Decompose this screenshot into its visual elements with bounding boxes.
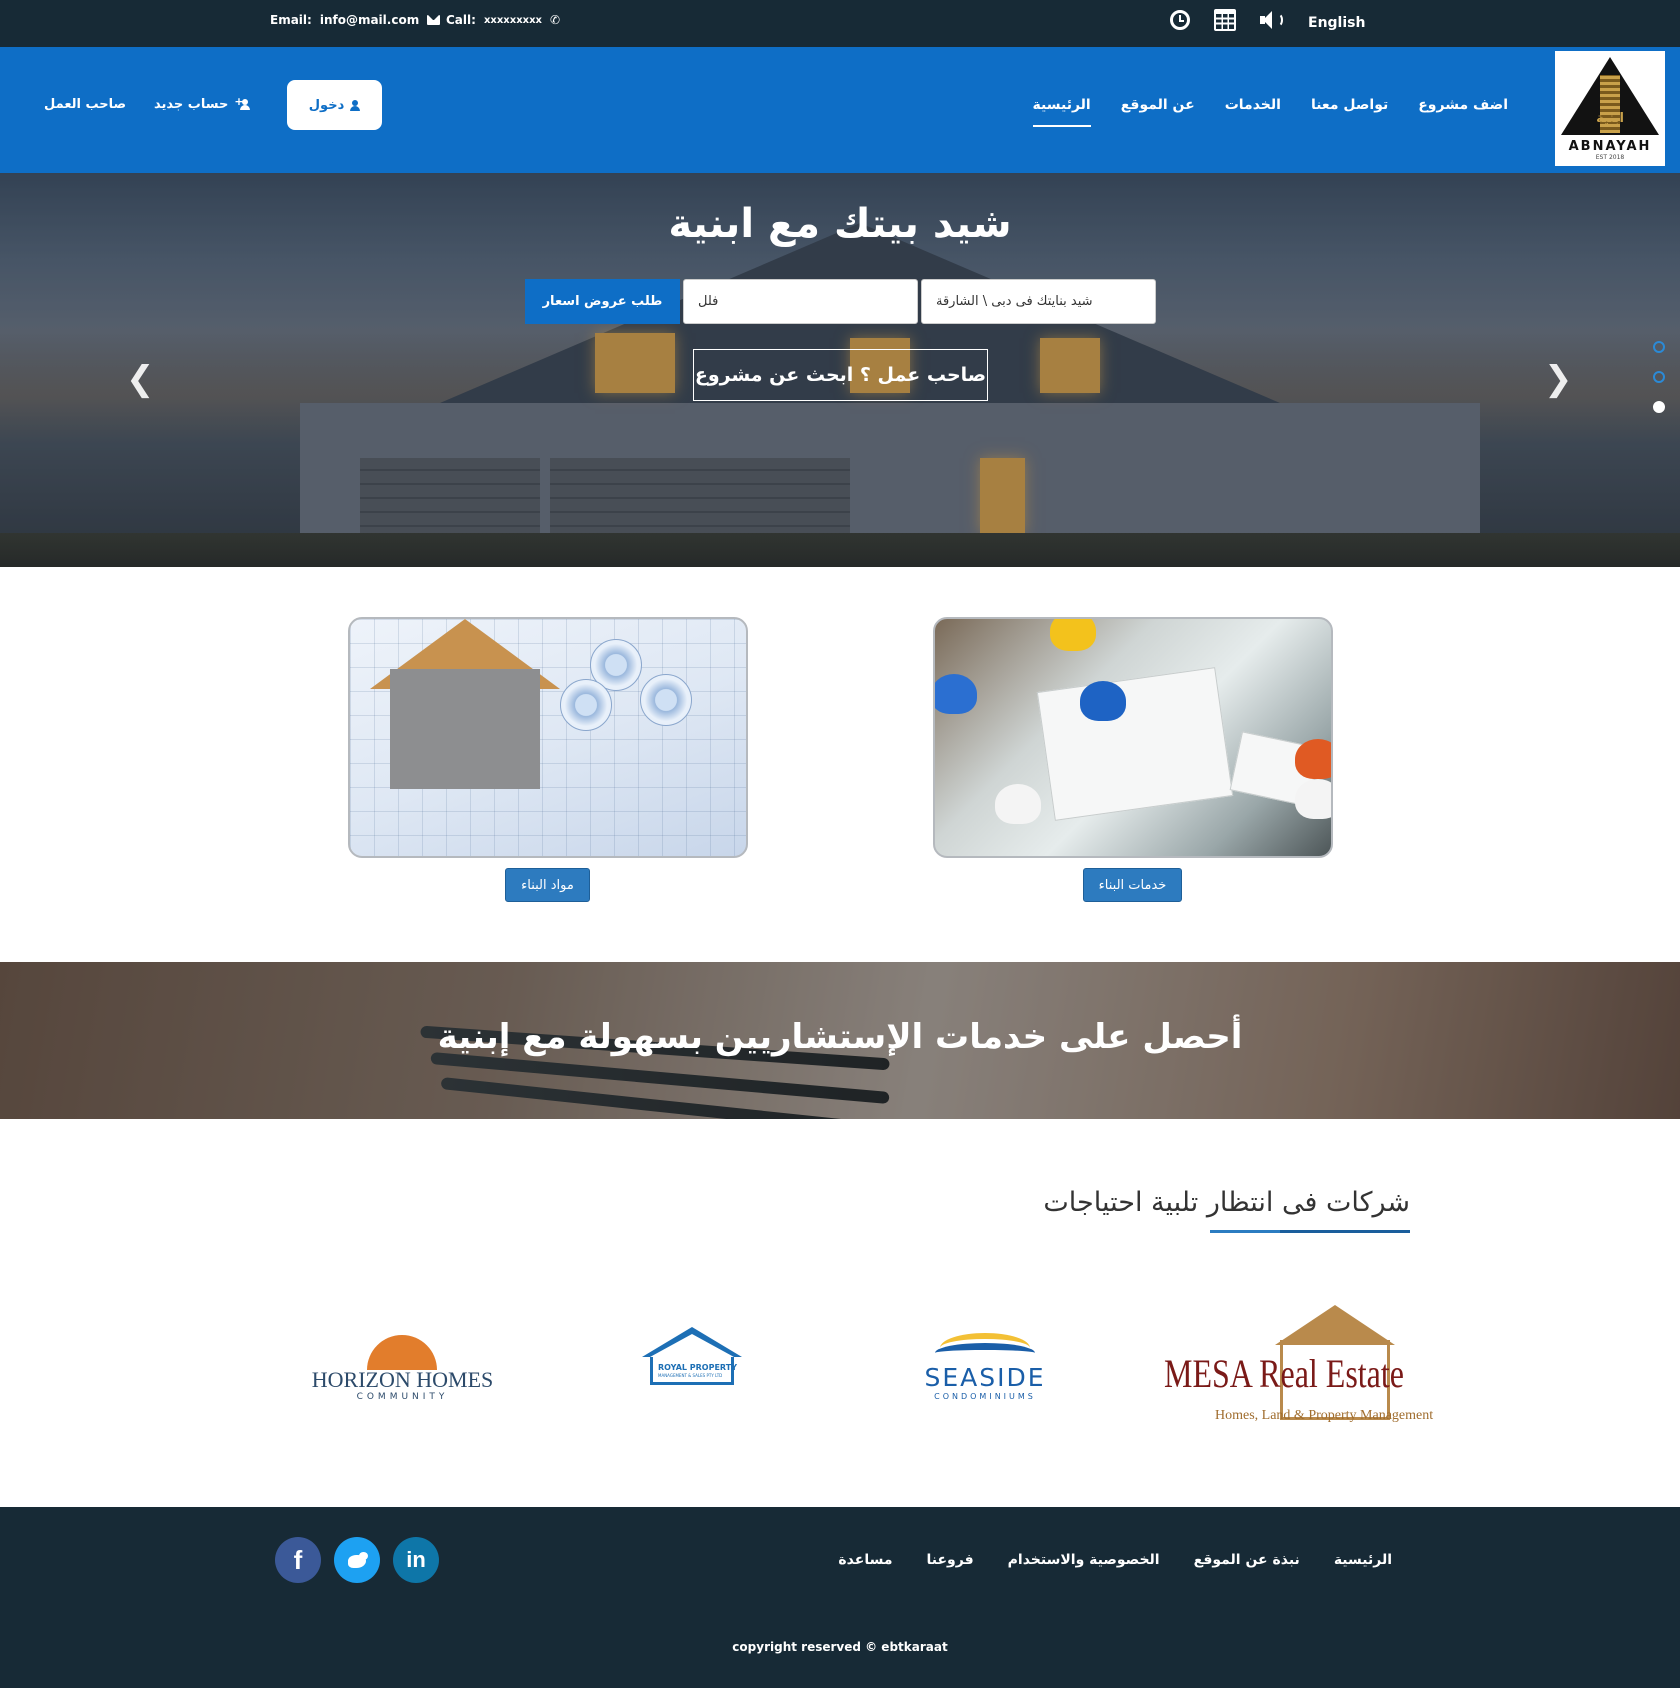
new-account-label: حساب جديد — [154, 97, 229, 112]
logo-arabic: ابنية — [1596, 111, 1624, 126]
blueprint-roll — [560, 679, 612, 731]
nav-item-services[interactable]: الخدمات — [1225, 97, 1281, 113]
hero-title: شيد بيتك مع ابنية — [668, 201, 1012, 247]
seaside-tagline: CONDOMINIUMS — [934, 1392, 1036, 1401]
chevron-left-icon[interactable]: ❮ — [126, 359, 155, 399]
user-plus-icon — [234, 95, 251, 110]
footer-link-branches[interactable]: فروعنا — [927, 1552, 974, 1568]
email-contact[interactable]: Email: info@mail.com — [270, 13, 441, 27]
hard-hat — [935, 674, 977, 714]
horizon-name: HORIZON HOMES — [311, 1367, 494, 1392]
seaside-sea-wave — [935, 1343, 1035, 1363]
login-button[interactable]: دخول — [287, 80, 382, 130]
building-materials-image[interactable] — [348, 617, 748, 858]
nav-item-home[interactable]: الرئيسية — [1032, 97, 1091, 127]
model-house — [390, 669, 540, 789]
call-label: Call: — [446, 13, 476, 27]
hard-hat — [995, 784, 1041, 824]
phone-icon: ✆ — [550, 13, 561, 27]
royal-tagline: MANAGEMENT & SALES PTY LTD — [658, 1373, 723, 1378]
nav-links: الرئيسية عن الموقع الخدمات تواصل معنا اض… — [1032, 97, 1508, 127]
main-navbar: ابنية ABNAYAH EST 2018 الرئيسية عن الموق… — [0, 47, 1680, 173]
construction-services-image[interactable] — [933, 617, 1333, 858]
blueprint-sheet — [1036, 667, 1234, 821]
companies-title: شركات فى انتظار تلبية احتياجات — [1043, 1187, 1410, 1218]
login-label: دخول — [308, 97, 345, 113]
blueprint-roll — [640, 674, 692, 726]
calendar-icon[interactable] — [1214, 9, 1236, 31]
hard-hat — [1050, 619, 1096, 651]
hard-hat — [1295, 779, 1331, 819]
consultants-heading: أحصل على خدمات الإستشاريين بسهولة مع إبن… — [437, 1017, 1243, 1057]
carousel-dot-2[interactable] — [1653, 371, 1665, 383]
building-materials-button[interactable]: مواد البناء — [505, 868, 590, 902]
employer-link[interactable]: صاحب العمل — [44, 97, 126, 112]
facebook-icon[interactable]: f — [275, 1537, 321, 1583]
royal-roof-inner — [650, 1334, 734, 1357]
construction-services-button[interactable]: خدمات البناء — [1083, 868, 1182, 902]
horizon-homes-logo[interactable]: HORIZON HOMES COMMUNITY — [310, 1335, 495, 1402]
copyright-text: copyright reserved © ebtkaraat — [732, 1640, 948, 1654]
footer-links: الرئيسية نبذة عن الموقع الخصوصية والاستخ… — [838, 1552, 1392, 1568]
seaside-name: SEASIDE — [924, 1363, 1046, 1392]
seaside-logo[interactable]: SEASIDE CONDOMINIUMS — [910, 1325, 1060, 1405]
logo-english: ABNAYAH — [1568, 139, 1652, 154]
find-project-button[interactable]: صاحب عمل ؟ ابحث عن مشروع — [693, 349, 988, 401]
footer-link-about[interactable]: نبذة عن الموقع — [1194, 1552, 1300, 1568]
title-underline-accent — [1280, 1230, 1410, 1233]
horizon-tagline: COMMUNITY — [356, 1392, 449, 1402]
carousel-dot-3[interactable] — [1653, 401, 1665, 413]
footer-link-help[interactable]: مساعدة — [838, 1552, 892, 1568]
consultants-banner: أحصل على خدمات الإستشاريين بسهولة مع إبن… — [0, 962, 1680, 1119]
nav-item-contact[interactable]: تواصل معنا — [1311, 97, 1388, 113]
phone-contact[interactable]: Call: xxxxxxxxx ✆ — [446, 13, 560, 27]
social-links: f in — [275, 1537, 439, 1583]
language-switch[interactable]: English — [1308, 15, 1365, 31]
mesa-real-estate-logo[interactable]: MESA Real Estate Homes, Land & Property … — [1160, 1300, 1433, 1430]
linkedin-icon[interactable]: in — [393, 1537, 439, 1583]
twitter-icon[interactable] — [334, 1537, 380, 1583]
nav-item-add-project[interactable]: اضف مشروع — [1418, 97, 1508, 113]
mesa-roof — [1275, 1305, 1395, 1345]
request-quotes-button[interactable]: طلب عروض اسعار — [525, 279, 680, 324]
hard-hat — [1295, 739, 1331, 779]
quote-search-form: طلب عروض اسعار فلل شيد بنايتك فى دبى \ ا… — [525, 279, 1156, 324]
call-value[interactable]: xxxxxxxxx — [484, 15, 542, 26]
site-logo[interactable]: ابنية ABNAYAH EST 2018 — [1555, 51, 1665, 166]
new-account-link[interactable]: حساب جديد — [154, 95, 251, 112]
user-icon — [350, 99, 361, 111]
horizon-sun — [367, 1335, 437, 1370]
email-value[interactable]: info@mail.com — [320, 13, 419, 27]
nav-item-about[interactable]: عن الموقع — [1121, 97, 1195, 113]
envelope-icon — [427, 15, 441, 25]
top-bar: Email: info@mail.com Call: xxxxxxxxx ✆ E… — [0, 0, 1680, 47]
site-footer: الرئيسية نبذة عن الموقع الخصوصية والاستخ… — [0, 1507, 1680, 1688]
mesa-tagline: Homes, Land & Property Management — [1215, 1408, 1434, 1423]
carousel-indicators — [1653, 341, 1665, 413]
footer-link-home[interactable]: الرئيسية — [1334, 1552, 1392, 1568]
footer-link-privacy[interactable]: الخصوصية والاستخدام — [1008, 1552, 1160, 1568]
royal-name: ROYAL PROPERTY — [658, 1363, 737, 1372]
mesa-name: MESA Real Estate — [1164, 1351, 1404, 1396]
hero-carousel: شيد بيتك مع ابنية طلب عروض اسعار فلل شيد… — [0, 173, 1680, 567]
email-label: Email: — [270, 13, 312, 27]
chevron-right-icon[interactable]: ❯ — [1544, 359, 1573, 399]
carousel-dot-1[interactable] — [1653, 341, 1665, 353]
top-tools: English — [1170, 9, 1365, 31]
clock-icon[interactable] — [1170, 10, 1190, 30]
building-type-select[interactable]: فلل — [683, 279, 918, 324]
location-input[interactable]: شيد بنايتك فى دبى \ الشارقة — [921, 279, 1156, 324]
hard-hat — [1080, 681, 1126, 721]
royal-property-logo[interactable]: ROYAL PROPERTY MANAGEMENT & SALES PTY LT… — [630, 1325, 750, 1395]
volume-icon[interactable] — [1260, 10, 1284, 30]
logo-est: EST 2018 — [1595, 154, 1625, 161]
